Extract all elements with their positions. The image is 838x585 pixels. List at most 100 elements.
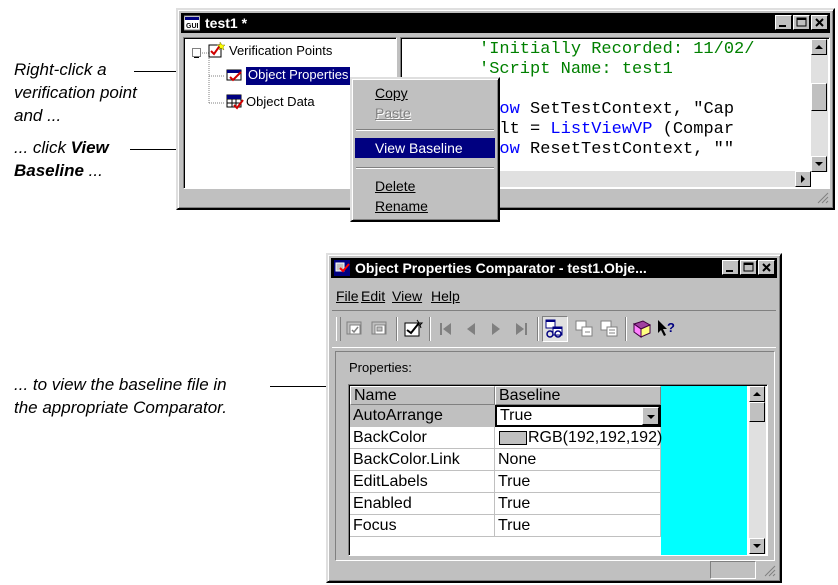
tree-item-label: Object Properties: [248, 67, 349, 82]
properties-label: Properties:: [349, 360, 412, 375]
properties-icon[interactable]: [402, 318, 424, 340]
chevron-down-icon: [647, 415, 655, 419]
property-name: Enabled: [353, 495, 412, 512]
minimize-icon: [726, 270, 733, 272]
column-header-name[interactable]: Name: [350, 386, 495, 405]
annotation-line: Right-click a: [14, 60, 107, 79]
comparator-titlebar[interactable]: Object Properties Comparator - test1.Obj…: [331, 258, 777, 278]
table-row-value: True: [495, 471, 661, 493]
minimize-button[interactable]: [722, 260, 739, 275]
column-header-baseline[interactable]: Baseline: [495, 386, 661, 405]
tree-item-object-data[interactable]: Object Data: [246, 94, 315, 112]
property-value: True: [498, 473, 531, 490]
menu-label: Help: [431, 288, 460, 304]
differences-only-icon[interactable]: [573, 318, 595, 340]
menu-item-label: Delete: [375, 178, 416, 194]
color-swatch: [499, 431, 527, 445]
minimize-button[interactable]: [775, 15, 792, 30]
annotation-bold: Baseline: [14, 161, 84, 180]
collapse-toggle[interactable]: [192, 48, 201, 58]
menu-item-label: View Baseline: [375, 140, 463, 156]
load-baseline-icon[interactable]: [344, 318, 366, 340]
annotation-line: verification point: [14, 83, 137, 102]
grid-vertical-scrollbar[interactable]: [749, 386, 766, 554]
annotation-line: and ...: [14, 106, 62, 125]
tree-item-object-properties[interactable]: Object Properties: [244, 66, 352, 86]
down-arrow-icon: [753, 544, 761, 548]
close-button[interactable]: [758, 260, 775, 275]
menu-label: Edit: [361, 288, 386, 304]
down-arrow-icon: [815, 162, 823, 166]
toolbar-grip[interactable]: [336, 317, 341, 341]
menu-item-label: Rename: [375, 198, 428, 214]
annotation-text: ...: [83, 161, 103, 180]
property-name: EditLabels: [353, 473, 428, 490]
up-arrow-icon: [753, 392, 761, 396]
code-text: SetTestContext, "Cap: [519, 100, 735, 119]
menu-item-delete[interactable]: Delete: [355, 176, 495, 196]
compare-icon: [545, 319, 563, 338]
menu-separator: [356, 129, 494, 131]
scroll-up-button[interactable]: [811, 39, 827, 55]
scroll-down-button[interactable]: [749, 538, 765, 554]
right-arrow-icon: [801, 175, 805, 183]
comparator-window: Object Properties Comparator - test1.Obj…: [326, 253, 782, 583]
code-text: (Compar: [652, 120, 735, 139]
annotation-bold: View: [70, 138, 109, 157]
scroll-right-button[interactable]: [795, 171, 811, 187]
maximize-button[interactable]: [740, 260, 757, 275]
comparison-column: [661, 386, 747, 555]
show-all-icon[interactable]: [598, 318, 620, 340]
replace-baseline-icon[interactable]: [369, 318, 391, 340]
table-row-name: EditLabels: [350, 471, 495, 493]
tree-item-verification-points[interactable]: Verification Points: [229, 43, 332, 61]
baseline-value-dropdown[interactable]: True: [495, 405, 661, 427]
maximize-button[interactable]: [793, 15, 810, 30]
next-difference-icon[interactable]: [485, 318, 507, 340]
first-difference-icon[interactable]: [435, 318, 457, 340]
object-properties-icon: [226, 69, 242, 82]
close-button[interactable]: [811, 15, 828, 30]
table-row-name: BackColor: [350, 427, 495, 449]
maximize-icon: [796, 17, 807, 27]
close-icon: [762, 263, 771, 272]
menu-item-paste[interactable]: Paste: [355, 103, 495, 123]
script-window: GUI test1 * Verification Points Object P…: [176, 8, 835, 210]
property-value: True: [498, 495, 531, 512]
last-difference-icon[interactable]: [510, 318, 532, 340]
context-menu: Copy Paste View Baseline Delete Rename: [350, 77, 500, 222]
menu-item-view-baseline[interactable]: View Baseline: [355, 138, 495, 158]
property-value: None: [498, 451, 537, 468]
table-row-name: BackColor.Link: [350, 449, 495, 471]
annotation-right-click: Right-click a verification point and ...: [14, 58, 164, 127]
menu-item-rename[interactable]: Rename: [355, 196, 495, 216]
compare-button-pressed[interactable]: [542, 316, 568, 342]
script-window-titlebar[interactable]: GUI test1 *: [181, 13, 830, 33]
svg-text:GUI: GUI: [186, 23, 199, 30]
scroll-up-button[interactable]: [749, 386, 765, 402]
toolbar: ?: [332, 310, 776, 348]
properties-panel: Properties: Name Baseline AutoArrange Tr…: [335, 351, 775, 561]
minus-icon: [194, 57, 199, 58]
code-vertical-scrollbar[interactable]: [811, 39, 828, 172]
menu-item-copy[interactable]: Copy: [355, 83, 495, 103]
column-header-label: Baseline: [499, 387, 561, 404]
whats-this-help-icon[interactable]: ?: [656, 318, 678, 340]
dropdown-button[interactable]: [642, 407, 659, 425]
previous-difference-icon[interactable]: [460, 318, 482, 340]
code-text: ResetTestContext, "": [519, 140, 735, 159]
resize-grip-icon[interactable]: [815, 190, 829, 204]
resize-grip-icon[interactable]: [762, 563, 776, 577]
verification-point-icon: [208, 42, 226, 58]
scroll-down-button[interactable]: [811, 156, 827, 172]
scroll-thumb[interactable]: [749, 402, 765, 422]
scroll-thumb[interactable]: [811, 83, 827, 111]
minimize-icon: [779, 25, 786, 27]
help-book-icon[interactable]: [631, 318, 653, 340]
column-header-label: Name: [354, 387, 397, 404]
property-name: Focus: [353, 517, 397, 534]
up-arrow-icon: [815, 45, 823, 49]
properties-grid[interactable]: Name Baseline AutoArrange True BackColor…: [348, 384, 768, 556]
maximize-icon: [743, 262, 754, 272]
properties-label-text: Properties:: [349, 360, 412, 375]
